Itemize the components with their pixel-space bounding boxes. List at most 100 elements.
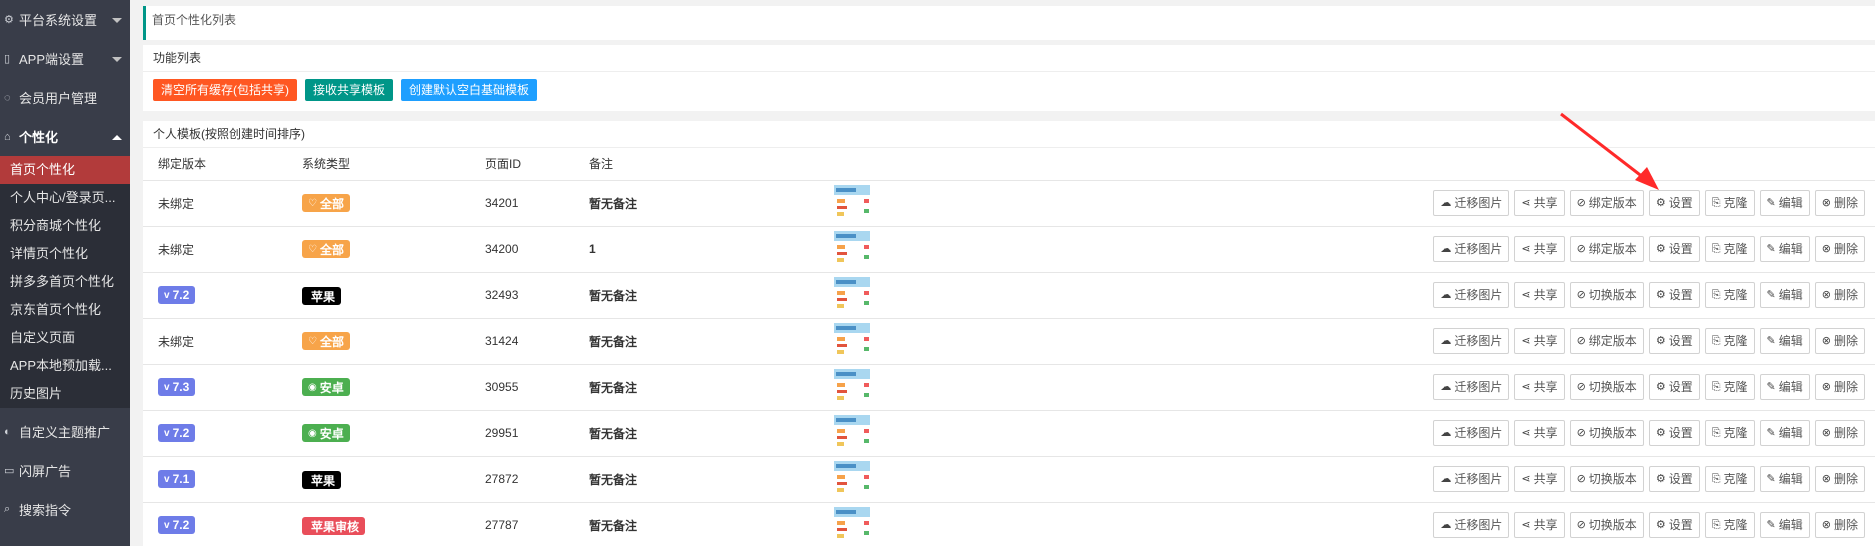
delete-icon: ⊗ [1821, 197, 1831, 209]
clone-button[interactable]: ⎘ 克隆 [1704, 466, 1755, 492]
android-icon: ◉ [308, 427, 317, 439]
nav-group-phone[interactable]: ▯ APP端设置 [0, 39, 130, 78]
cell-page-id: 27787 [470, 502, 574, 546]
edit-button[interactable]: ✎ 编辑 [1759, 328, 1810, 354]
settings-button[interactable]: ⚙ 设置 [1648, 512, 1700, 538]
nav-group-user[interactable]: ◌ 会员用户管理 [0, 78, 130, 117]
create-blank-template-button[interactable]: 创建默认空白基础模板 [401, 79, 538, 101]
receive-shared-template-button[interactable]: 接收共享模板 [305, 79, 394, 101]
pencil-icon: ✎ [1766, 519, 1776, 531]
bind-version-button[interactable]: ⊘ 绑定版本 [1569, 190, 1644, 216]
settings-button[interactable]: ⚙ 设置 [1648, 466, 1700, 492]
nav-group-theme[interactable]: ◐ 自定义主题推广 [0, 412, 130, 451]
nav-group-splash[interactable]: ▭ 闪屏广告 [0, 451, 130, 490]
delete-button[interactable]: ⊗ 删除 [1814, 420, 1865, 446]
copy-icon: ⎘ [1711, 335, 1721, 347]
settings-button[interactable]: ⚙ 设置 [1648, 420, 1700, 446]
template-thumbnail[interactable] [834, 369, 870, 405]
cell-note: 暂无备注 [574, 180, 819, 227]
version-badge: v 7.2 [158, 286, 196, 304]
settings-button[interactable]: ⚙ 设置 [1648, 328, 1700, 354]
migrate-images-button[interactable]: ☁ 迁移图片 [1433, 190, 1510, 216]
bind-version-button[interactable]: ⊘ 绑定版本 [1569, 328, 1644, 354]
delete-icon: ⊗ [1821, 473, 1831, 485]
clone-button[interactable]: ⎘ 克隆 [1704, 190, 1755, 216]
share-button[interactable]: ⋖ 共享 [1514, 236, 1565, 262]
migrate-images-button[interactable]: ☁ 迁移图片 [1433, 466, 1510, 492]
delete-button[interactable]: ⊗ 删除 [1814, 282, 1865, 308]
migrate-images-button[interactable]: ☁ 迁移图片 [1433, 512, 1510, 538]
template-thumbnail[interactable] [834, 461, 870, 497]
share-button[interactable]: ⋖ 共享 [1514, 512, 1565, 538]
bind-version-button[interactable]: ⊘ 绑定版本 [1569, 236, 1644, 262]
share-button[interactable]: ⋖ 共享 [1514, 328, 1565, 354]
action-label: 删除 [1833, 472, 1858, 486]
delete-button[interactable]: ⊗ 删除 [1814, 512, 1865, 538]
edit-button[interactable]: ✎ 编辑 [1759, 512, 1810, 538]
share-button[interactable]: ⋖ 共享 [1514, 190, 1565, 216]
edit-button[interactable]: ✎ 编辑 [1759, 236, 1810, 262]
share-button[interactable]: ⋖ 共享 [1514, 420, 1565, 446]
edit-button[interactable]: ✎ 编辑 [1759, 190, 1810, 216]
clone-button[interactable]: ⎘ 克隆 [1704, 282, 1755, 308]
action-label: 共享 [1533, 242, 1558, 256]
migrate-images-button[interactable]: ☁ 迁移图片 [1433, 282, 1510, 308]
edit-button[interactable]: ✎ 编辑 [1759, 466, 1810, 492]
delete-button[interactable]: ⊗ 删除 [1814, 236, 1865, 262]
sidebar-sub-item[interactable]: 个人中心/登录页... [0, 184, 130, 212]
clone-button[interactable]: ⎘ 克隆 [1704, 374, 1755, 400]
delete-button[interactable]: ⊗ 删除 [1814, 328, 1865, 354]
edit-button[interactable]: ✎ 编辑 [1759, 420, 1810, 446]
share-button[interactable]: ⋖ 共享 [1514, 374, 1565, 400]
clone-button[interactable]: ⎘ 克隆 [1704, 328, 1755, 354]
template-thumbnail[interactable] [834, 231, 870, 267]
cell-page-id: 29951 [470, 410, 574, 457]
check-circle-icon: ⊘ [1576, 427, 1586, 439]
table-row: v 7.1 苹果 27872 暂无备注 ☁ 迁移图片 ⋖ 共享 ⊘ 切换版本 ⚙ 设置 ⎘ 克隆 ✎ 编辑 ⊗ 删除 [143, 456, 1875, 503]
nav-group-personalize[interactable]: ⌂ 个性化 [0, 117, 130, 156]
template-thumbnail[interactable] [834, 507, 870, 543]
template-thumbnail[interactable] [834, 277, 870, 313]
sidebar-sub-item[interactable]: 自定义页面 [0, 324, 130, 352]
nav-group-search[interactable]: ⌕ 搜索指令 [0, 490, 130, 529]
bind-version-button[interactable]: ⊘ 切换版本 [1569, 282, 1644, 308]
bind-version-button[interactable]: ⊘ 切换版本 [1569, 420, 1644, 446]
template-thumbnail[interactable] [834, 185, 870, 221]
share-button[interactable]: ⋖ 共享 [1514, 466, 1565, 492]
clone-button[interactable]: ⎘ 克隆 [1704, 420, 1755, 446]
delete-button[interactable]: ⊗ 删除 [1814, 466, 1865, 492]
sidebar-sub-item[interactable]: 首页个性化 [0, 156, 130, 184]
delete-button[interactable]: ⊗ 删除 [1814, 374, 1865, 400]
settings-button[interactable]: ⚙ 设置 [1648, 282, 1700, 308]
sidebar-sub-item[interactable]: 详情页个性化 [0, 240, 130, 268]
share-button[interactable]: ⋖ 共享 [1514, 282, 1565, 308]
sidebar-sub-item[interactable]: 拼多多首页个性化 [0, 268, 130, 296]
sidebar-sub-item[interactable]: 历史图片 [0, 380, 130, 408]
settings-button[interactable]: ⚙ 设置 [1648, 190, 1700, 216]
delete-button[interactable]: ⊗ 删除 [1814, 190, 1865, 216]
settings-button[interactable]: ⚙ 设置 [1648, 374, 1700, 400]
migrate-images-button[interactable]: ☁ 迁移图片 [1433, 420, 1510, 446]
sidebar-sub-item[interactable]: APP本地预加载... [0, 352, 130, 380]
system-label: 全部 [319, 242, 344, 257]
bind-version-button[interactable]: ⊘ 切换版本 [1569, 374, 1644, 400]
settings-button[interactable]: ⚙ 设置 [1648, 236, 1700, 262]
migrate-images-button[interactable]: ☁ 迁移图片 [1433, 236, 1510, 262]
template-thumbnail[interactable] [834, 323, 870, 359]
migrate-images-button[interactable]: ☁ 迁移图片 [1433, 374, 1510, 400]
sidebar-sub-item[interactable]: 京东首页个性化 [0, 296, 130, 324]
bind-version-button[interactable]: ⊘ 切换版本 [1569, 466, 1644, 492]
edit-button[interactable]: ✎ 编辑 [1759, 282, 1810, 308]
clone-button[interactable]: ⎘ 克隆 [1704, 512, 1755, 538]
cloud-icon: ☁ [1440, 473, 1452, 485]
clear-cache-button[interactable]: 清空所有缓存(包括共享) [153, 79, 297, 101]
clone-button[interactable]: ⎘ 克隆 [1704, 236, 1755, 262]
template-thumbnail[interactable] [834, 415, 870, 451]
migrate-images-button[interactable]: ☁ 迁移图片 [1433, 328, 1510, 354]
table-row: 未绑定 ♡ 全部 31424 暂无备注 ☁ 迁移图片 ⋖ 共享 ⊘ 绑定版本 ⚙ 设置 ⎘ 克隆 ✎ 编辑 ⊗ 删除 [143, 318, 1875, 365]
bind-version-button[interactable]: ⊘ 切换版本 [1569, 512, 1644, 538]
nav-group-gear[interactable]: ⚙ 平台系统设置 [0, 0, 130, 39]
sidebar-sub-item[interactable]: 积分商城个性化 [0, 212, 130, 240]
action-label: 编辑 [1778, 288, 1803, 302]
edit-button[interactable]: ✎ 编辑 [1759, 374, 1810, 400]
